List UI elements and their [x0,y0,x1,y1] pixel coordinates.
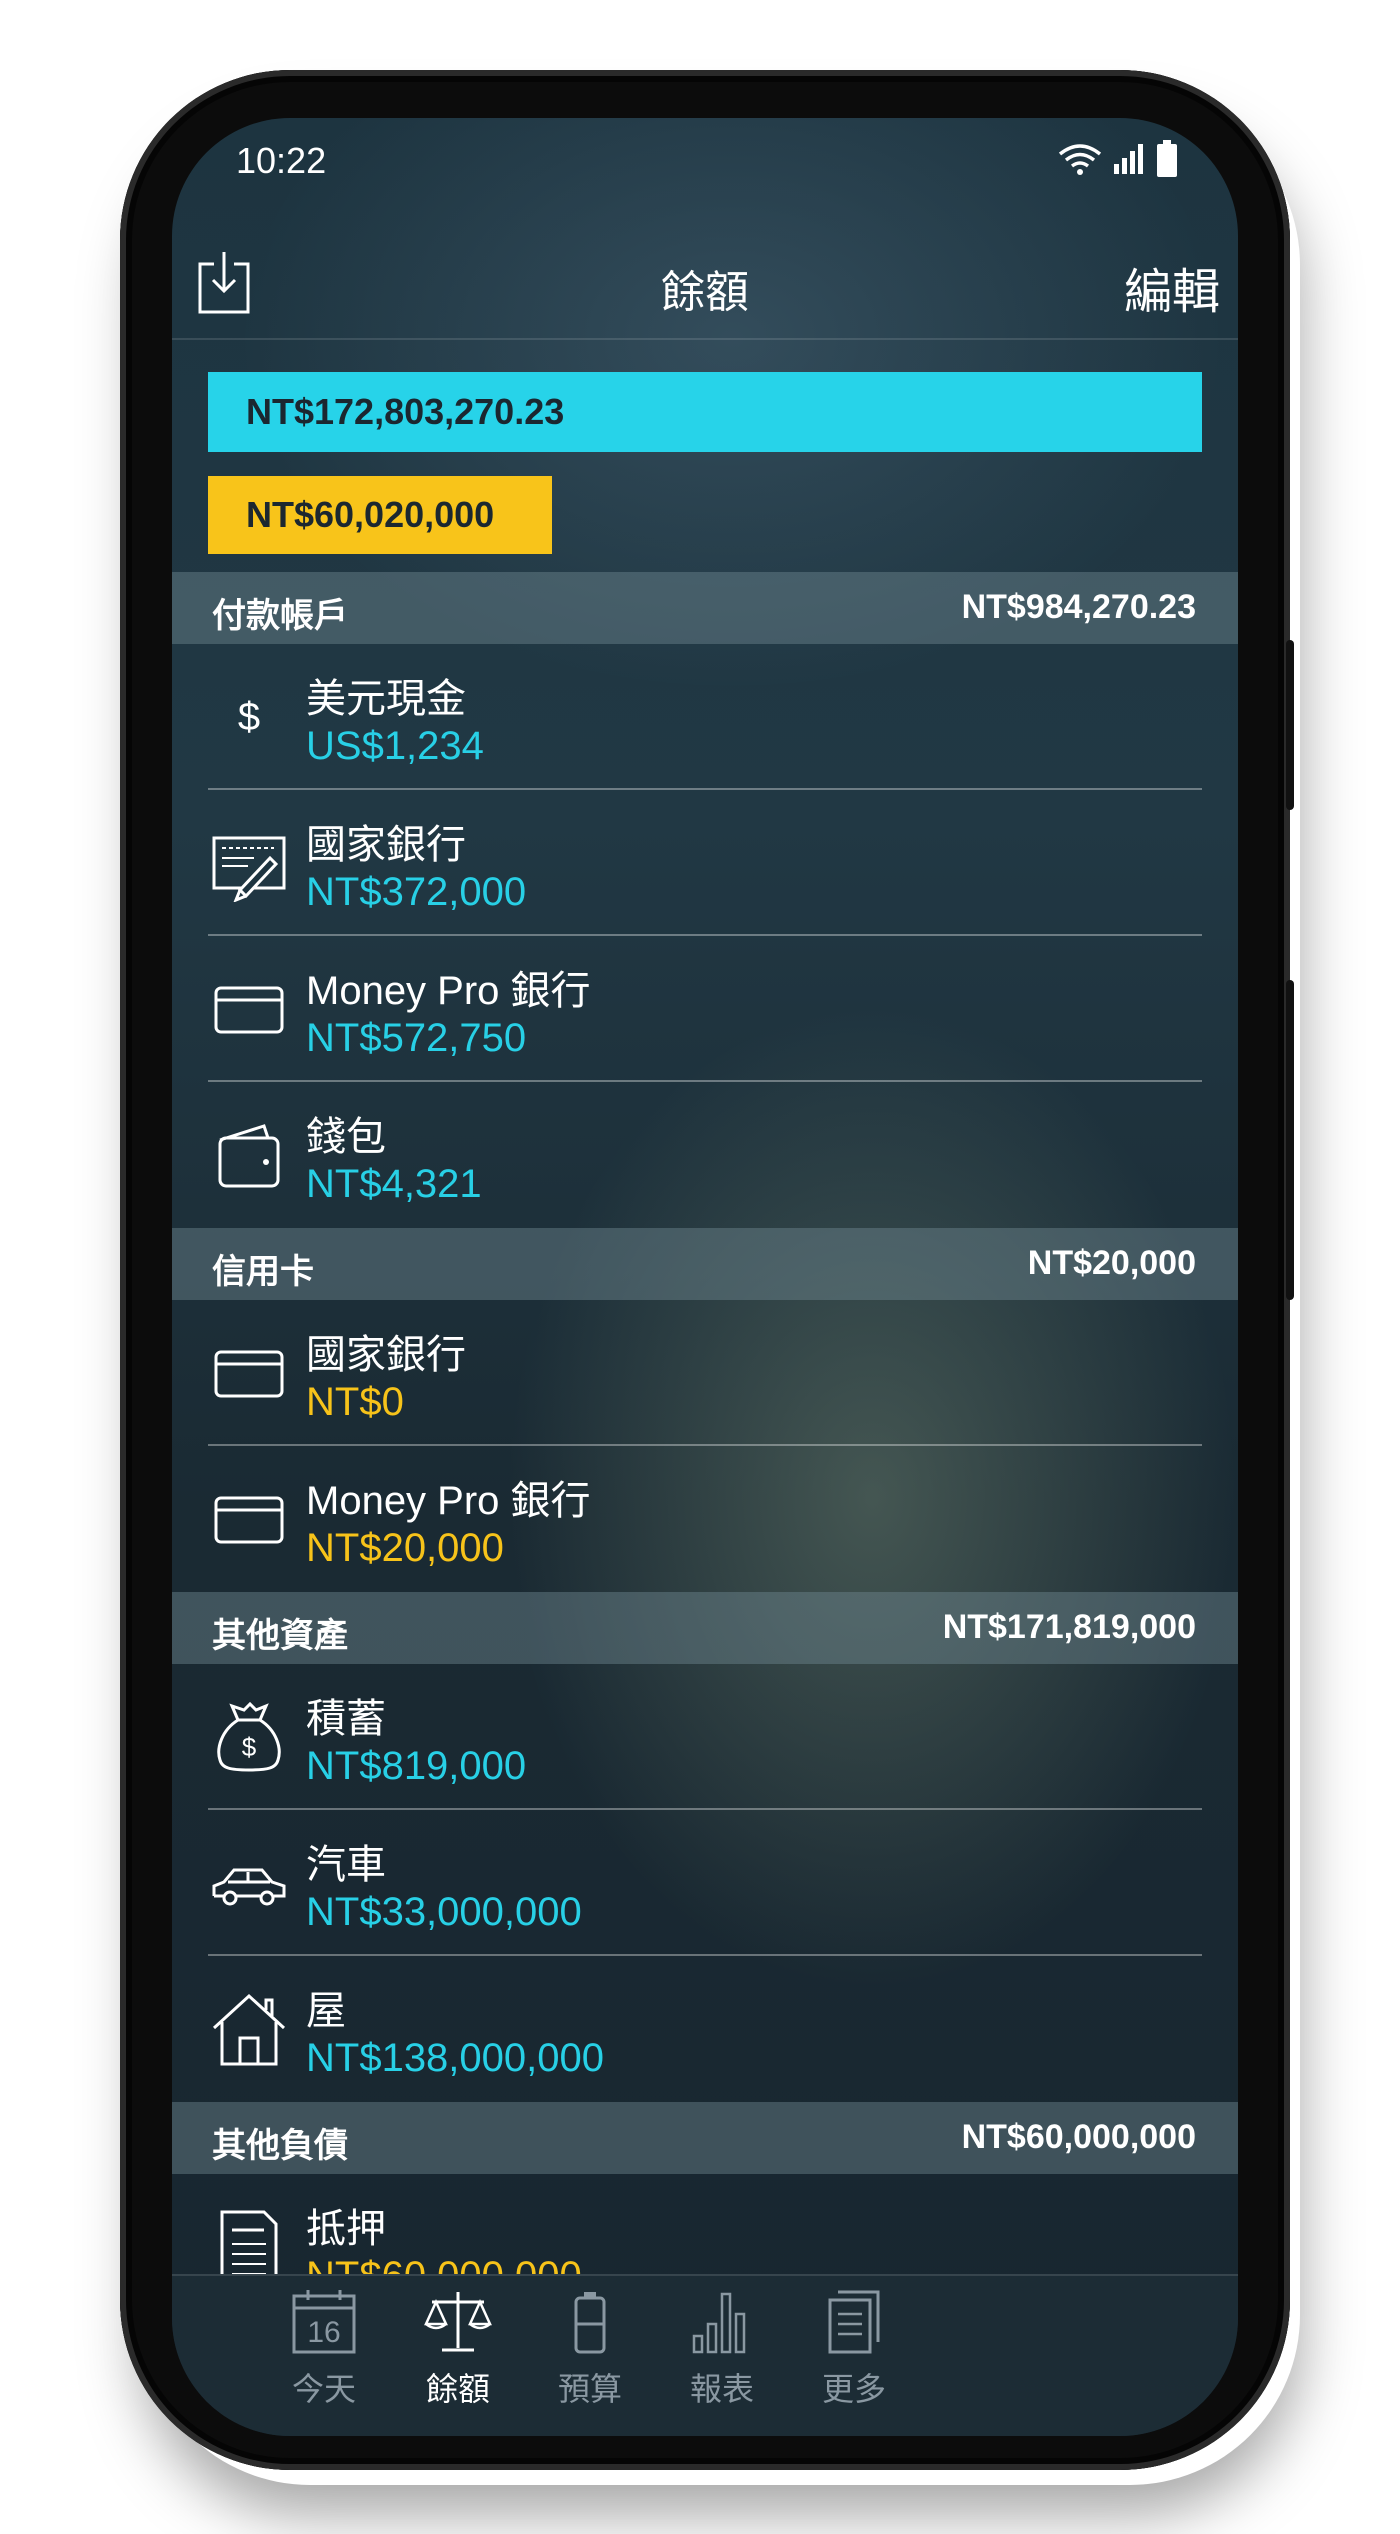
status-icons [1058,140,1178,178]
card-icon [214,1350,284,1398]
tab-label: 更多 [821,2371,886,2407]
account-amount: NT$138,000,000 [306,2036,605,2080]
side-button-power [1286,640,1294,810]
assets-total-bar[interactable]: NT$172,803,270.23 [208,372,1202,452]
account-name: 國家銀行 [306,1333,466,1377]
section-total: NT$984,270.23 [961,588,1196,626]
screen: 10:22 餘額 編輯 NT$172,803,270.23 NT$60,020,… [172,118,1238,2436]
page-title: 餘額 [661,268,749,317]
account-row[interactable]: $ 美元現金 US$1,234 [172,644,1238,790]
section-header-payment-accounts: 付款帳戶 NT$984,270.23 [172,572,1238,644]
account-amount: NT$572,750 [306,1016,527,1060]
section-label: 其他資產 [212,1617,348,1655]
section-header-other-assets: 其他資產 NT$171,819,000 [172,1592,1238,1664]
debts-total-bar[interactable]: NT$60,020,000 [208,476,552,554]
status-bar: 10:22 [172,118,1238,206]
account-name: Money Pro 銀行 [306,1479,591,1523]
scale-icon [424,2292,492,2352]
bar-chart-icon [692,2292,746,2354]
money-bag-icon: $ [217,1701,281,1772]
nav-header: 餘額 編輯 [172,228,1238,340]
house-icon [212,1993,286,2066]
account-amount: NT$819,000 [306,1744,527,1788]
section-header-credit-cards: 信用卡 NT$20,000 [172,1228,1238,1300]
account-name: 屋 [306,1989,346,2033]
account-row[interactable]: 國家銀行 NT$0 [172,1300,1238,1446]
account-row[interactable]: Money Pro 銀行 NT$20,000 [172,1446,1238,1592]
card-icon [214,1496,284,1544]
svg-text:$: $ [242,1732,257,1762]
account-row[interactable]: Money Pro 銀行 NT$572,750 [172,936,1238,1082]
account-amount: NT$0 [306,1380,404,1424]
account-amount: US$1,234 [306,724,484,768]
more-pages-icon [828,2290,880,2354]
account-row[interactable]: $ 積蓄 NT$819,000 [172,1664,1238,1810]
account-name: 積蓄 [306,1697,386,1741]
wallet-icon [218,1124,280,1188]
account-row[interactable]: 錢包 NT$4,321 [172,1082,1238,1228]
account-name: 美元現金 [306,677,466,721]
calendar-icon: 16 [292,2290,356,2354]
account-name: 國家銀行 [306,823,466,867]
car-icon [212,1868,286,1906]
check-icon [212,836,286,902]
card-icon [214,986,284,1034]
side-button-volume [1286,980,1294,1300]
section-label: 其他負債 [212,2127,348,2165]
section-label: 信用卡 [212,1253,314,1291]
account-name: Money Pro 銀行 [306,969,591,1013]
edit-button[interactable]: 編輯 [1124,252,1220,322]
account-amount: NT$372,000 [306,870,527,914]
account-name: 抵押 [306,2207,386,2251]
account-name: 汽車 [306,1843,386,1887]
tab-bar: 16 今天 餘額 預算 報表 更多 [172,2274,1238,2436]
signal-icon [1114,144,1143,174]
wifi-icon [1058,144,1102,175]
section-label: 付款帳戶 [212,597,348,635]
account-row[interactable]: 屋 NT$138,000,000 [172,1956,1238,2102]
section-total: NT$20,000 [1027,1244,1196,1282]
battery-icon [574,2292,606,2354]
account-row[interactable]: 國家銀行 NT$372,000 [172,790,1238,936]
account-amount: NT$33,000,000 [306,1890,582,1934]
account-row[interactable]: 汽車 NT$33,000,000 [172,1810,1238,1956]
section-total: NT$171,819,000 [942,1608,1196,1646]
account-amount: NT$20,000 [306,1526,504,1570]
dollar-icon: $ [238,695,260,739]
section-total: NT$60,000,000 [961,2118,1196,2156]
section-header-other-liabilities: 其他負債 NT$60,000,000 [172,2102,1238,2174]
svg-text:$: $ [238,695,260,739]
account-amount: NT$4,321 [306,1162,482,1206]
calendar-day: 16 [307,2316,340,2349]
account-name: 錢包 [306,1115,386,1159]
tab-more[interactable]: 更多 [764,2286,944,2426]
battery-status-icon [1157,140,1177,177]
status-time: 10:22 [236,140,327,181]
